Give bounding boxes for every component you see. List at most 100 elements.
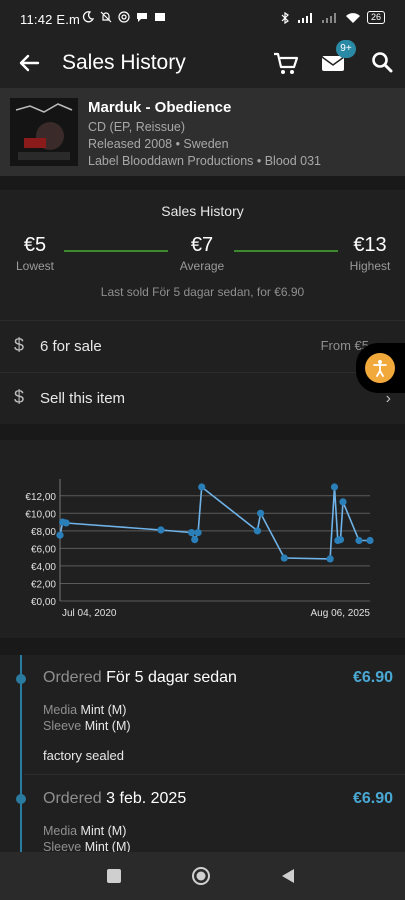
x-end-label: Aug 06, 2025 [311, 608, 371, 619]
release-title: Marduk - Obedience [88, 99, 232, 116]
cart-icon[interactable] [272, 49, 300, 77]
sleeve-condition: Sleeve Mint (M) [43, 719, 131, 733]
highest-price: €13 Highest [344, 234, 396, 273]
ordered-label: Ordered [43, 790, 102, 807]
status-notification-icons [82, 11, 166, 23]
order-price: €6.90 [352, 790, 393, 807]
y-tick-label: €6,00 [31, 544, 56, 555]
gallery-icon [155, 13, 165, 21]
recents-square-icon[interactable] [104, 866, 124, 886]
y-tick-label: €10,00 [25, 509, 56, 520]
media-value: Mint (M) [80, 824, 127, 838]
signal-icon [297, 12, 312, 23]
lowest-price-label: Lowest [15, 259, 55, 273]
media-label: Media [43, 824, 78, 838]
media-value: Mint (M) [80, 703, 127, 717]
dollar-icon: $ [14, 387, 25, 407]
data-point [330, 483, 339, 491]
y-tick-label: €2,00 [31, 579, 56, 590]
notification-badge: 9+ [336, 40, 356, 58]
sleeve-label: Sleeve [43, 719, 82, 733]
order-heading: Ordered För 5 dagar sedan [43, 669, 237, 687]
album-cover [10, 98, 78, 166]
order-history-list: Ordered För 5 dagar sedan €6.90 Media Mi… [0, 655, 405, 855]
status-bar: 11:42 E.m 26 [0, 0, 405, 40]
average-price: €7 Average [176, 234, 228, 273]
bell-off-icon [100, 11, 112, 23]
wifi-icon [345, 12, 360, 23]
summary-title: Sales History [161, 203, 244, 219]
timeline-dot [16, 674, 26, 684]
data-point [194, 529, 202, 537]
media-condition: Media Mint (M) [43, 824, 126, 838]
data-point [253, 527, 262, 535]
release-date-country: Released 2008 • Sweden [88, 137, 229, 151]
media-condition: Media Mint (M) [43, 703, 126, 717]
sleeve-value: Mint (M) [84, 719, 131, 733]
moon-icon [82, 11, 94, 23]
price-range-line-right [234, 250, 338, 252]
media-label: Media [43, 703, 78, 717]
order-note: factory sealed [43, 748, 124, 763]
order-date: För 5 dagar sedan [106, 669, 237, 686]
release-header[interactable]: Marduk - Obedience CD (EP, Reissue) Rele… [0, 88, 405, 176]
sell-item-label: Sell this item [40, 390, 126, 407]
data-point [366, 536, 374, 545]
back-arrow-icon[interactable] [16, 50, 42, 76]
last-sold-text: Last sold För 5 dagar sedan, for €6.90 [100, 285, 305, 299]
highest-price-label: Highest [349, 259, 391, 273]
search-icon[interactable] [370, 50, 394, 74]
data-point [280, 554, 288, 562]
chat-icon [137, 13, 147, 22]
data-point [62, 519, 70, 527]
order-divider [24, 774, 405, 775]
sell-item-row[interactable]: $ Sell this item › [0, 372, 405, 424]
order-price: €6.90 [352, 669, 393, 686]
signal-2-icon [321, 12, 336, 23]
for-sale-label: 6 for sale [40, 338, 102, 355]
y-tick-label: €12,00 [25, 492, 56, 503]
data-point [157, 526, 165, 534]
data-point [326, 555, 334, 563]
back-triangle-icon[interactable] [278, 866, 298, 886]
battery-indicator: 26 [366, 11, 385, 24]
release-label: Label Blooddawn Productions • Blood 031 [88, 154, 322, 168]
home-circle-icon[interactable] [191, 866, 211, 886]
ordered-label: Ordered [43, 669, 102, 686]
lowest-price: €5 Lowest [12, 234, 58, 273]
data-point [257, 509, 265, 517]
data-point [191, 536, 199, 544]
accessibility-icon [365, 353, 395, 383]
y-tick-label: €4,00 [31, 562, 56, 573]
data-point [336, 536, 345, 544]
for-sale-row[interactable]: $ 6 for sale From €5 › [0, 320, 405, 372]
price-series-points [56, 483, 374, 563]
sales-summary: Sales History €5 Lowest €7 Average €13 H… [0, 190, 405, 320]
data-point [56, 531, 64, 539]
timeline-line [20, 655, 22, 855]
app-bar: Sales History 9+ [0, 40, 405, 88]
system-nav-bar [0, 852, 405, 900]
data-point [339, 498, 347, 506]
data-point [355, 536, 363, 545]
price-range-line-left [64, 250, 168, 252]
highest-price-value: €13 [353, 234, 387, 256]
status-time: 11:42 E.m [20, 12, 81, 27]
y-tick-label: €8,00 [31, 527, 56, 538]
accessibility-button[interactable] [356, 343, 405, 393]
bluetooth-icon [281, 11, 289, 24]
average-price-label: Average [179, 259, 225, 273]
lowest-price-value: €5 [23, 234, 47, 256]
release-format: CD (EP, Reissue) [88, 120, 186, 134]
data-point [187, 529, 196, 537]
order-heading: Ordered 3 feb. 2025 [43, 790, 186, 808]
price-chart-card: €0,00 €2,00 €4,00 €6,00 €8,00 €10,00 €12,00 Ju… [0, 440, 405, 638]
status-system-icons: 26 [279, 11, 385, 24]
spiral-icon [118, 11, 130, 23]
order-date: 3 feb. 2025 [106, 790, 187, 807]
x-start-label: Jul 04, 2020 [62, 608, 117, 619]
dollar-icon: $ [14, 335, 25, 355]
average-price-value: €7 [190, 234, 214, 256]
data-point [198, 483, 206, 491]
page-title: Sales History [62, 51, 186, 74]
